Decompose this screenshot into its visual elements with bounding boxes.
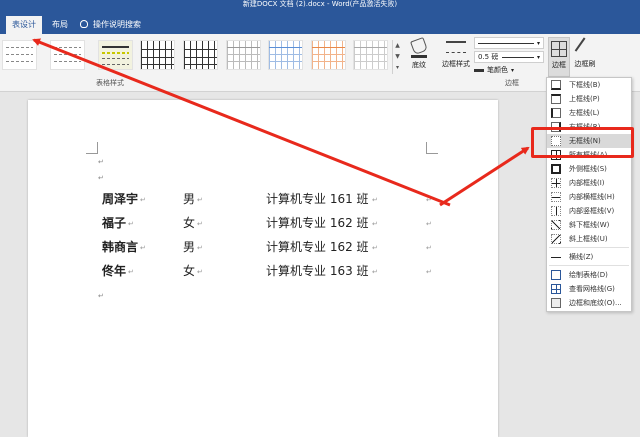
inside-horizontal-border-icon xyxy=(551,192,561,202)
table-cell-class[interactable]: 计算机专业 161 班 xyxy=(266,190,369,207)
tell-me-search[interactable]: 操作说明搜索 xyxy=(80,16,141,34)
border-styles-label: 边框样式 xyxy=(442,60,470,68)
line-style-select[interactable]: ▾ xyxy=(474,37,544,49)
menu-item-inside-horizontal[interactable]: 内部横框线(H) xyxy=(547,190,631,204)
menu-item-outside-borders[interactable]: 外侧框线(S) xyxy=(547,162,631,176)
line-options: ▾ 0.5 磅 ▾ 笔颜色 ▾ xyxy=(474,37,544,79)
table-style-plain-1[interactable] xyxy=(2,40,37,70)
paragraph-mark: ↵ xyxy=(98,292,104,300)
menu-item-inside-vertical[interactable]: 内部竖框线(V) xyxy=(547,204,631,218)
gallery-scrollbar[interactable]: ▲ ▼ ▾ xyxy=(392,40,402,74)
view-gridlines-icon xyxy=(551,284,561,294)
table-style-highlight[interactable] xyxy=(98,40,133,70)
top-border-icon xyxy=(551,94,561,104)
borders-dropdown-button[interactable]: 边框 xyxy=(548,37,570,77)
draw-table-icon xyxy=(551,270,561,280)
shading-button[interactable]: 底纹 xyxy=(406,37,432,77)
menu-item-diagonal-up[interactable]: 斜上框线(U) xyxy=(547,232,631,246)
table-styles-group-label: 表格样式 xyxy=(96,79,124,87)
menu-item-left-border[interactable]: 左框线(L) xyxy=(547,106,631,120)
bottom-border-icon xyxy=(551,80,561,90)
border-painter-icon xyxy=(574,37,596,59)
table-cell-gender[interactable]: 女 xyxy=(183,262,195,279)
tab-table-design[interactable]: 表设计 xyxy=(6,16,42,34)
ribbon: ▲ ▼ ▾ 表格样式 底纹 边框样式 ▾ 0.5 磅 ▾ 笔颜色 ▾ 边框 边框 边… xyxy=(0,34,640,92)
gallery-more-icon[interactable]: ▾ xyxy=(393,62,402,73)
menu-item-borders-shading[interactable]: 边框和底纹(O)... xyxy=(547,296,631,310)
border-styles-icon xyxy=(446,41,466,53)
menu-separator xyxy=(549,247,629,248)
gallery-up-icon[interactable]: ▲ xyxy=(393,40,402,51)
tell-me-label: 操作说明搜索 xyxy=(93,20,141,29)
borders-dropdown-menu: 下框线(B) 上框线(P) 左框线(L) 右框线(R) 无框线(N) 所有框线(… xyxy=(546,77,632,312)
menu-item-top-border[interactable]: 上框线(P) xyxy=(547,92,631,106)
annotation-highlight-box xyxy=(531,127,634,158)
borders-group-label: 边框 xyxy=(505,79,519,87)
table-style-grid-orange[interactable] xyxy=(311,40,346,70)
inside-vertical-border-icon xyxy=(551,206,561,216)
table-cell-class[interactable]: 计算机专业 162 班 xyxy=(266,214,369,231)
table-cell-gender[interactable]: 女 xyxy=(183,214,195,231)
table-cell-name[interactable]: 韩商言 xyxy=(102,238,138,255)
border-painter-label: 边框刷 xyxy=(574,60,596,68)
table-cell-gender[interactable]: 男 xyxy=(183,238,195,255)
border-styles-button[interactable]: 边框样式 xyxy=(440,37,472,77)
menu-item-horizontal-line[interactable]: 横线(Z) xyxy=(547,250,631,264)
table-style-plain-2[interactable] xyxy=(50,40,85,70)
table-style-grid-blue[interactable] xyxy=(268,40,303,70)
paint-bucket-icon xyxy=(410,37,428,55)
margin-corner-top-right xyxy=(426,142,438,154)
menu-separator xyxy=(549,265,629,266)
table-cell-class[interactable]: 计算机专业 163 班 xyxy=(266,262,369,279)
table-cell-name[interactable]: 周泽宇 xyxy=(102,190,138,207)
menu-item-bottom-border[interactable]: 下框线(B) xyxy=(547,78,631,92)
table-style-grid-dark-2[interactable] xyxy=(183,40,218,70)
menu-item-view-gridlines[interactable]: 查看网格线(G) xyxy=(547,282,631,296)
shading-color-bar xyxy=(411,55,427,58)
border-painter-button[interactable]: 边框刷 xyxy=(572,37,598,77)
ribbon-tab-row: 表设计 布局 操作说明搜索 xyxy=(0,8,640,34)
left-border-icon xyxy=(551,108,561,118)
line-weight-value: 0.5 磅 xyxy=(478,53,499,61)
margin-corner-top-left xyxy=(86,142,98,154)
shading-label: 底纹 xyxy=(412,61,426,69)
table-cell-name[interactable]: 佟年 xyxy=(102,262,126,279)
diagonal-down-border-icon xyxy=(551,220,561,230)
table-cell-class[interactable]: 计算机专业 162 班 xyxy=(266,238,369,255)
borders-shading-icon xyxy=(551,298,561,308)
menu-item-inside-borders[interactable]: 内部框线(I) xyxy=(547,176,631,190)
inside-borders-icon xyxy=(551,178,561,188)
table-cell-gender[interactable]: 男 xyxy=(183,190,195,207)
menu-item-diagonal-down[interactable]: 斜下框线(W) xyxy=(547,218,631,232)
gallery-down-icon[interactable]: ▼ xyxy=(393,51,402,62)
diagonal-up-border-icon xyxy=(551,234,561,244)
pen-color-button[interactable]: 笔颜色 ▾ xyxy=(474,65,544,75)
paragraph-mark: ↵ xyxy=(98,158,104,166)
menu-item-draw-table[interactable]: 绘制表格(D) xyxy=(547,268,631,282)
horizontal-line-icon xyxy=(551,252,561,262)
table-styles-gallery: ▲ ▼ ▾ xyxy=(0,38,402,76)
table-style-grid-dark-1[interactable] xyxy=(140,40,175,70)
table-style-grid-light[interactable] xyxy=(226,40,261,70)
document-page[interactable]: ↵ ↵ 周泽宇 ↵ 男 ↵ 计算机专业 161 班 ↵ ↵ 福子 ↵ 女 ↵ 计… xyxy=(28,100,498,437)
title-bar: 新建DOCX 文档 (2).docx - Word(产品激活失败) xyxy=(0,0,640,8)
borders-button-label: 边框 xyxy=(552,61,566,69)
pen-color-label: 笔颜色 xyxy=(487,66,508,74)
pen-color-icon xyxy=(474,68,484,72)
paragraph-mark: ↵ xyxy=(98,174,104,182)
window-title: 新建DOCX 文档 (2).docx - Word(产品激活失败) xyxy=(242,0,398,8)
lightbulb-icon xyxy=(80,20,88,28)
table-style-grid-gray[interactable] xyxy=(353,40,388,70)
borders-grid-icon xyxy=(551,41,567,57)
tab-layout[interactable]: 布局 xyxy=(46,16,74,34)
line-weight-select[interactable]: 0.5 磅 ▾ xyxy=(474,51,544,63)
table-cell-name[interactable]: 福子 xyxy=(102,214,126,231)
outside-borders-icon xyxy=(551,164,561,174)
